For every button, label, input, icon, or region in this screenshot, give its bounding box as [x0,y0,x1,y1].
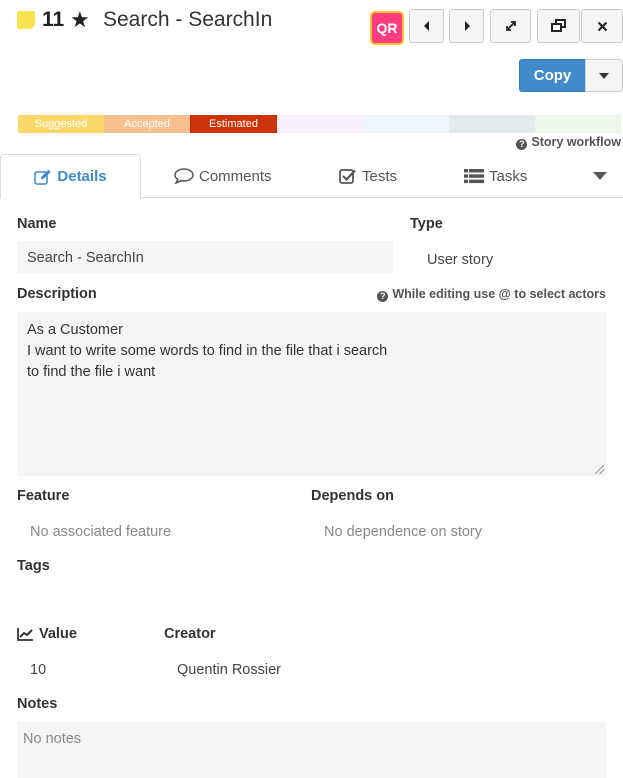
workflow-state-empty[interactable] [535,115,621,133]
notes-field[interactable]: No notes [17,722,606,778]
workflow-state-estimated[interactable]: Estimated [190,115,277,133]
story-workflow-bar: Suggested Accepted Estimated [18,115,621,133]
workflow-state-empty[interactable] [449,115,535,133]
tab-comments-label: Comments [199,167,272,185]
workflow-state-accepted[interactable]: Accepted [104,115,190,133]
tags-label: Tags [17,558,50,574]
story-workflow-label: Story workflow [531,135,621,149]
caret-down-icon [593,172,607,180]
story-title: Search - SearchIn [103,8,273,31]
caret-down-icon [599,72,609,79]
type-label: Type [410,216,443,232]
description-textarea[interactable]: As a Customer I want to write some words… [17,312,606,476]
type-value[interactable]: User story [427,252,493,268]
comment-icon [174,168,194,184]
workflow-state-empty[interactable] [277,115,363,133]
depends-on-label: Depends on [311,488,394,504]
edit-icon [34,169,52,185]
list-icon [464,168,484,184]
name-field[interactable]: Search - SearchIn [17,241,393,274]
tab-comments[interactable]: Comments [174,154,272,198]
description-help-text: While editing use @ to select actors [392,287,606,301]
value-label-group: Value [17,626,77,642]
story-workflow-help[interactable]: ? Story workflow [516,135,621,150]
feature-value[interactable]: No associated feature [30,524,171,540]
window-restore-icon [550,19,566,32]
expand-icon [505,21,516,31]
name-label: Name [17,216,57,232]
creator-value[interactable]: Quentin Rossier [177,662,281,678]
description-label: Description [17,286,97,302]
story-header: 11 ★ Search - SearchIn QR [0,0,623,50]
tab-details[interactable]: Details [0,154,141,199]
tabs-more-dropdown[interactable] [593,154,607,198]
window-restore-button[interactable] [537,9,580,43]
description-line: As a Customer [27,322,123,338]
creator-label: Creator [164,626,216,642]
description-help: ? While editing use @ to select actors [377,287,606,302]
feature-label: Feature [17,488,70,504]
tab-tests-label: Tests [362,167,398,185]
workflow-state-empty[interactable] [363,115,449,133]
qr-button[interactable]: QR [370,11,404,45]
tags-input[interactable] [17,580,606,610]
next-button[interactable] [449,9,484,43]
tab-tasks-label: Tasks [489,167,528,185]
copy-dropdown-toggle[interactable] [585,59,623,92]
question-circle-icon: ? [377,290,389,302]
tab-details-label: Details [57,168,107,185]
previous-button[interactable] [409,9,444,43]
depends-on-value[interactable]: No dependence on story [324,524,482,540]
copy-button[interactable]: Copy [519,59,586,92]
workflow-state-suggested[interactable]: Suggested [18,115,104,133]
value-label: Value [39,626,77,642]
resize-grip-icon[interactable] [595,465,604,474]
checkbox-icon [339,168,357,185]
value-value[interactable]: 10 [30,662,46,678]
story-id: 11 [42,8,65,31]
description-line: to find the file i want [27,364,156,380]
tab-tests[interactable]: Tests [339,154,397,198]
sticky-note-icon [17,11,35,29]
chart-line-icon [17,628,33,641]
close-icon [597,21,607,31]
notes-label: Notes [17,696,58,712]
expand-button[interactable] [490,9,531,43]
tab-bar: Details Comments Tests Tasks [0,154,623,199]
chevron-right-icon [464,21,470,31]
question-circle-icon: ? [516,138,528,150]
description-line: I want to write some words to find in th… [27,343,388,359]
tab-tasks[interactable]: Tasks [464,154,527,198]
close-button[interactable] [581,9,623,43]
chevron-left-icon [423,21,429,31]
star-icon[interactable]: ★ [70,7,90,33]
